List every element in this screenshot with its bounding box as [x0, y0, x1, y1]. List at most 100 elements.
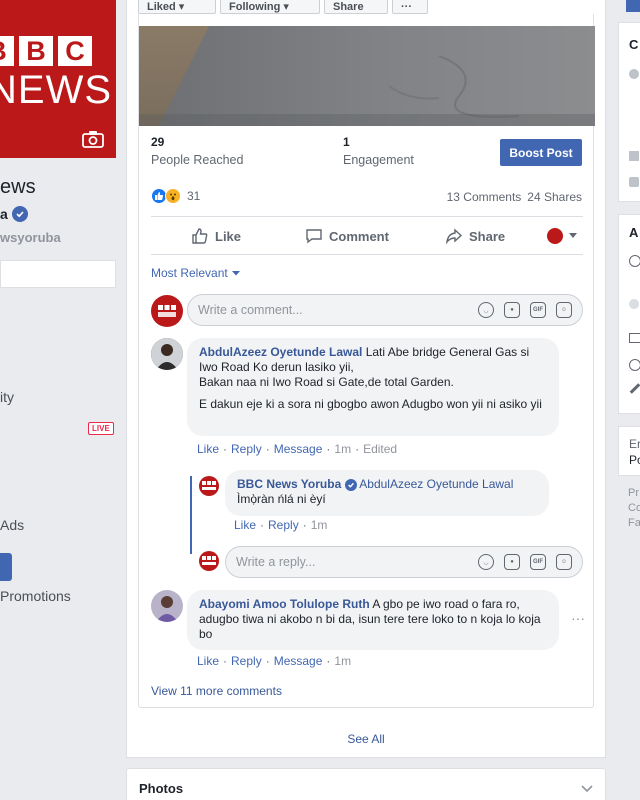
rss-icon	[629, 177, 639, 187]
comment-author[interactable]: Abayomi Amoo Tolulope Ruth	[199, 597, 370, 611]
see-all-link[interactable]: See All	[126, 732, 606, 746]
camera-icon[interactable]: ●	[504, 554, 520, 570]
engagement-count: 1	[343, 135, 350, 149]
person-photo	[151, 338, 183, 370]
comment-input-placeholder: Write a comment...	[198, 303, 303, 317]
reactions-count: 31	[187, 189, 201, 203]
page-avatar	[151, 295, 183, 327]
comment-edited[interactable]: Edited	[363, 442, 397, 456]
bbc-news-logo	[202, 556, 216, 565]
sticker-icon[interactable]: ☺	[556, 554, 572, 570]
comment-label: Comment	[329, 228, 389, 244]
language-value[interactable]: Po	[629, 453, 640, 467]
view-more-comments-link[interactable]: View 11 more comments	[151, 684, 282, 698]
chevron-down-icon[interactable]	[581, 785, 593, 793]
comment-meta: Like · Reply · Message · 1m · Edited	[197, 442, 398, 456]
post-actions: Like Comment Share	[151, 218, 583, 254]
nav-promotions[interactable]: Promotions	[0, 588, 71, 604]
reply-mention[interactable]: AbdulAzeez Oyetunde Lawal	[359, 477, 513, 491]
page-profile-picture[interactable]: B B C NEWS	[0, 0, 116, 158]
bbc-logo-letter: B	[19, 36, 53, 66]
nav-community[interactable]: ity	[0, 389, 14, 405]
camera-icon[interactable]	[82, 130, 104, 148]
create-button[interactable]	[0, 553, 12, 581]
divider	[151, 216, 583, 217]
bbc-news-logo	[202, 481, 216, 490]
comment-time[interactable]: 1m	[334, 654, 351, 668]
shares-count-link[interactable]: 24 Shares	[527, 190, 582, 204]
info-icon	[629, 359, 640, 371]
like-button[interactable]: Like	[191, 227, 241, 245]
reply-reply-link[interactable]: Reply	[268, 518, 299, 532]
people-icon	[629, 69, 639, 79]
comment-input[interactable]: Write a comment... ◡ ● GIF ☺	[187, 294, 583, 326]
road-photo-image	[139, 26, 595, 126]
gif-icon[interactable]: GIF	[530, 302, 546, 318]
page-handle[interactable]: wsyoruba	[0, 230, 61, 245]
sticker-icon[interactable]: ☺	[556, 302, 572, 318]
comment-message-link[interactable]: Message	[274, 654, 323, 668]
reactions-summary[interactable]: 31	[151, 188, 200, 204]
verified-badge-icon	[344, 479, 357, 491]
footer-facebook[interactable]: Fa	[628, 516, 640, 531]
messenger-icon	[629, 255, 640, 267]
comments-count-link[interactable]: 13 Comments	[447, 190, 522, 204]
page-avatar	[199, 551, 219, 571]
liked-button[interactable]: Liked ▾	[138, 0, 216, 14]
following-button[interactable]: Following ▾	[220, 0, 320, 14]
caret-down-icon	[569, 233, 577, 238]
news-logo-text: NEWS	[0, 68, 112, 112]
people-reached-label: People Reached	[151, 153, 244, 167]
page-avatar[interactable]	[199, 476, 219, 496]
share-label: Share	[333, 1, 364, 13]
share-page-button[interactable]: Share	[324, 0, 388, 14]
share-button[interactable]: Share	[445, 227, 505, 245]
reply-input[interactable]: Write a reply... ◡ ● GIF ☺	[225, 546, 583, 578]
boost-post-button[interactable]: Boost Post	[500, 139, 582, 166]
share-label: Share	[469, 228, 506, 244]
comment-like-link[interactable]: Like	[197, 654, 219, 668]
comment-text-2: Bakan naa ni Iwo Road si Gate,de total G…	[199, 375, 454, 389]
right-top-button[interactable]	[626, 0, 640, 12]
right-card-language: Er Po	[618, 426, 640, 476]
reply-time[interactable]: 1m	[311, 518, 328, 532]
commenter-avatar[interactable]	[151, 590, 183, 622]
comment-reply-link[interactable]: Reply	[231, 654, 262, 668]
comment-button[interactable]: Comment	[305, 227, 389, 245]
language-label[interactable]: Er	[629, 437, 640, 451]
following-label: Following ▾	[229, 1, 289, 13]
smile-icon[interactable]: ◡	[478, 554, 494, 570]
page-name[interactable]: ews	[0, 176, 36, 199]
left-search-box[interactable]	[0, 260, 116, 288]
comment-time[interactable]: 1m	[334, 442, 351, 456]
camera-icon[interactable]: ●	[504, 302, 520, 318]
comment-text-3: E dakun eje ki a sora ni gbogbo awon Adu…	[199, 397, 542, 411]
more-button[interactable]: ···	[392, 0, 428, 14]
photos-title[interactable]: Photos	[139, 781, 183, 796]
footer-privacy[interactable]: Pr	[628, 486, 640, 501]
post: 29 People Reached 1 Engagement Boost Pos…	[138, 14, 595, 708]
live-badge: LIVE	[88, 422, 114, 435]
page-avatar	[547, 228, 563, 244]
smile-icon[interactable]: ◡	[478, 302, 494, 318]
gif-icon[interactable]: GIF	[530, 554, 546, 570]
comment-message-link[interactable]: Message	[274, 442, 323, 456]
reply-author[interactable]: BBC News Yoruba	[237, 477, 341, 491]
commenter-avatar[interactable]	[151, 338, 183, 370]
reply-like-link[interactable]: Like	[234, 518, 256, 532]
comment-sort-dropdown[interactable]: Most Relevant	[151, 266, 240, 280]
nav-ads[interactable]: Ads	[0, 517, 24, 533]
post-photo[interactable]	[139, 26, 595, 126]
comment-bubble: AbdulAzeez Oyetunde Lawal Lati Abe bridg…	[187, 338, 559, 436]
comment-reply-link[interactable]: Reply	[231, 442, 262, 456]
right-card-title: A	[629, 225, 639, 240]
comment-author[interactable]: AbdulAzeez Oyetunde Lawal	[199, 345, 362, 359]
footer-cookies[interactable]: Co	[628, 501, 640, 516]
right-card-title: C	[629, 37, 639, 52]
comment-like-link[interactable]: Like	[197, 442, 219, 456]
post-as-selector[interactable]	[547, 228, 577, 244]
page-verified-row: a	[0, 206, 28, 222]
comment-sort-label: Most Relevant	[151, 266, 228, 280]
share-arrow-icon	[445, 228, 463, 245]
comment-options-icon[interactable]: ···	[571, 610, 585, 626]
